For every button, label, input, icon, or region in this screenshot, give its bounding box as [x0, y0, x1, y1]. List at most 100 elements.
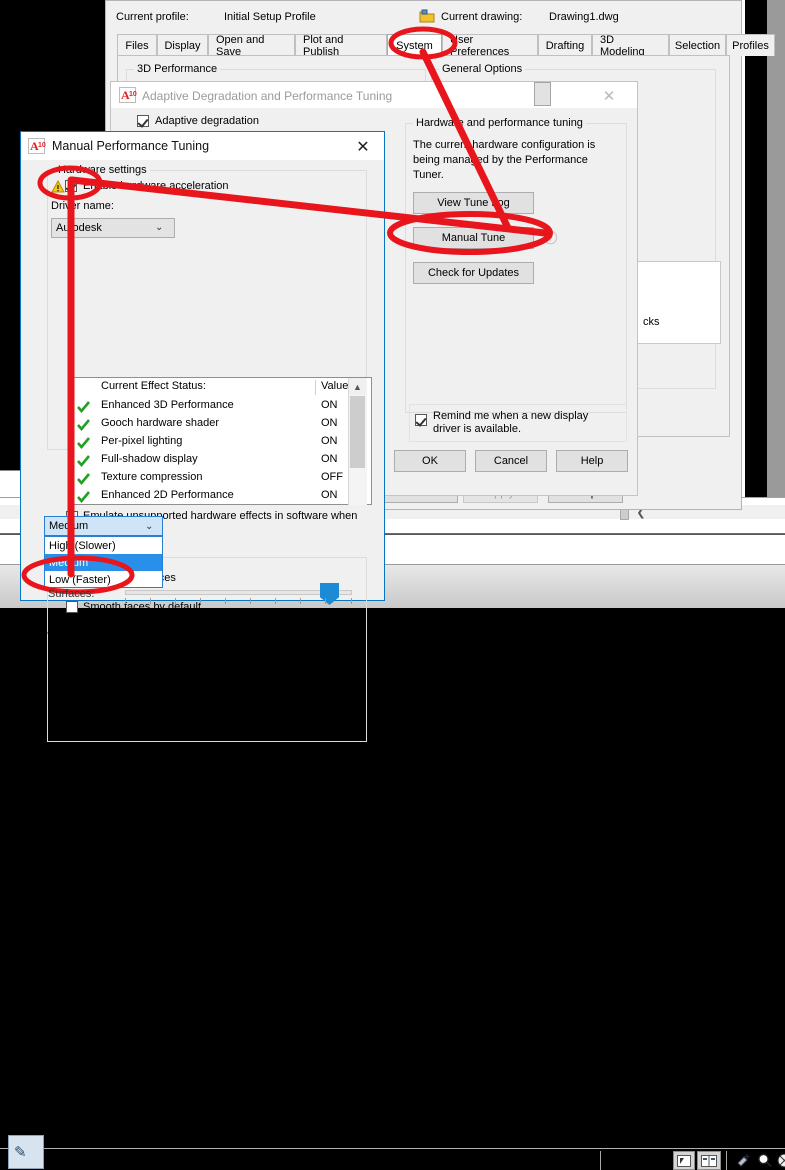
effect-value: ON — [321, 435, 338, 447]
effects-column-separator — [315, 380, 316, 395]
effects-header-value: Value — [321, 380, 348, 392]
warning-triangle-icon — [51, 180, 65, 193]
tab-system[interactable]: System — [387, 34, 442, 56]
manual-tune-button[interactable]: Manual Tune — [413, 227, 534, 249]
view-tune-log-button[interactable]: View Tune Log — [413, 192, 534, 214]
driver-name-dropdown[interactable]: Autodesk ⌄ — [51, 218, 175, 238]
effect-value: ON — [321, 453, 338, 465]
tab-plot-and-publish[interactable]: Plot and Publish — [295, 34, 387, 56]
supported-check-icon — [77, 455, 90, 467]
effect-value: ON — [321, 489, 338, 501]
zoom-magnifier-icon[interactable] — [755, 1151, 775, 1170]
tab-drafting[interactable]: Drafting — [538, 34, 592, 56]
effect-name: Texture compression — [101, 471, 203, 483]
supported-check-icon — [77, 473, 90, 485]
effect-name: Enhanced 2D Performance — [101, 489, 234, 501]
supported-check-icon — [77, 401, 90, 413]
tab-3d-modeling[interactable]: 3D Modeling — [592, 34, 669, 56]
surfaces-slider-track[interactable] — [125, 590, 352, 595]
check-for-updates-button[interactable]: Check for Updates — [413, 262, 534, 284]
tab-profiles[interactable]: Profiles — [726, 34, 775, 56]
driver-name-label: Driver name: — [51, 200, 114, 212]
adaptive-degradation-checkbox[interactable] — [137, 115, 149, 127]
table-row[interactable]: Enhanced 2D Performance ON — [69, 488, 371, 506]
enable-hardware-acceleration-label: Enable hardware acceleration — [83, 180, 229, 192]
options-partial-text: cks — [643, 316, 660, 328]
remind-me-checkbox[interactable] — [415, 414, 427, 426]
tab-selection[interactable]: Selection — [669, 34, 726, 56]
effect-value: OFF — [321, 471, 343, 483]
enable-hardware-acceleration-checkbox[interactable] — [65, 180, 77, 192]
transparency-quality-dropdown[interactable]: Medium ⌄ — [44, 516, 163, 536]
current-profile-value: Initial Setup Profile — [224, 11, 316, 23]
effects-list-scrollbar[interactable]: ▲ — [348, 378, 367, 505]
current-drawing-value: Drawing1.dwg — [549, 11, 619, 23]
effect-name: Per-pixel lighting — [101, 435, 182, 447]
table-row[interactable]: Per-pixel lighting ON — [69, 434, 371, 452]
close-icon[interactable]: ✕ — [353, 137, 373, 157]
help-circle-icon[interactable]: ? — [543, 230, 558, 245]
supported-check-icon — [77, 437, 90, 449]
adaptive-help-button[interactable]: Help — [556, 450, 628, 472]
group-hardware-performance-tuning-label: Hardware and performance tuning — [413, 117, 586, 129]
close-icon[interactable]: ✕ — [600, 87, 618, 105]
effects-status-list[interactable]: Current Effect Status: Value Enhanced 3D… — [68, 377, 372, 505]
supported-check-icon — [77, 491, 90, 503]
layout-space-icon[interactable] — [697, 1151, 721, 1170]
model-space-label[interactable]: MODEL — [630, 1153, 672, 1165]
autocad-a10-icon: A10 — [119, 87, 136, 103]
smooth-faces-checkbox[interactable] — [66, 601, 78, 613]
pan-hand-icon[interactable] — [734, 1151, 754, 1170]
canvas-right-gutter — [767, 0, 785, 497]
adaptive-degradation-label: Adaptive degradation — [155, 115, 259, 127]
chevron-down-icon: ⌄ — [145, 521, 153, 532]
effect-name: Enhanced 3D Performance — [101, 399, 234, 411]
current-drawing-label: Current drawing: — [441, 11, 522, 23]
adaptive-cancel-button[interactable]: Cancel — [475, 450, 547, 472]
adaptive-dialog-title: Adaptive Degradation and Performance Tun… — [142, 89, 392, 103]
effects-scrollbar-thumb[interactable] — [350, 396, 365, 468]
transparency-selected-value: Medium — [49, 520, 88, 532]
adaptive-ok-button[interactable]: OK — [394, 450, 466, 472]
chevron-up-icon[interactable]: ▲ — [349, 378, 366, 395]
table-row[interactable]: Enhanced 3D Performance ON — [69, 398, 371, 416]
drawing-tool-icon: ✎ — [14, 1143, 27, 1161]
status-separator — [726, 1151, 727, 1170]
table-row[interactable]: Texture compression OFF — [69, 470, 371, 488]
table-row[interactable]: Full-shadow display ON — [69, 452, 371, 470]
svg-text:?: ? — [548, 234, 553, 243]
options-tab-row: Files Display Open and Save Plot and Pub… — [117, 34, 730, 56]
transparency-option-low[interactable]: Low (Faster) — [45, 571, 162, 588]
transparency-option-high[interactable]: High (Slower) — [45, 537, 162, 554]
supported-check-icon — [77, 419, 90, 431]
status-separator — [600, 1151, 601, 1170]
driver-name-value: Autodesk — [56, 222, 102, 234]
status-bar-divider — [0, 1148, 785, 1149]
transparency-options-list[interactable]: High (Slower) Medium Low (Faster) — [44, 536, 163, 588]
effect-name: Gooch hardware shader — [101, 417, 219, 429]
model-space-icon[interactable] — [673, 1151, 695, 1170]
restore-button[interactable] — [534, 82, 551, 106]
group-hardware-settings-label: Hardware settings — [55, 164, 150, 176]
tab-files[interactable]: Files — [117, 34, 157, 56]
transparency-option-medium[interactable]: Medium — [45, 554, 162, 571]
group-general-options-label: General Options — [439, 63, 525, 75]
tab-open-and-save[interactable]: Open and Save — [208, 34, 295, 56]
effect-name: Full-shadow display — [101, 453, 198, 465]
tab-display[interactable]: Display — [157, 34, 208, 56]
remind-me-label: Remind me when a new display driver is a… — [433, 410, 618, 436]
surfaces-slider-ticks — [125, 598, 352, 604]
surfaces-label: Surfaces: — [48, 588, 94, 600]
chevron-down-icon: ⌄ — [155, 222, 163, 233]
hardware-description-text: The current hardware configuration is be… — [413, 138, 613, 183]
effects-header-status: Current Effect Status: — [101, 380, 206, 392]
transparency-quality-label: Transparency quality: — [47, 631, 152, 643]
effect-value: ON — [321, 417, 338, 429]
effect-value: ON — [321, 399, 338, 411]
steering-wheel-icon[interactable] — [775, 1151, 785, 1170]
drawing-file-icon — [419, 9, 435, 24]
group-3d-performance-label: 3D Performance — [134, 63, 220, 75]
mpt-dialog-title: Manual Performance Tuning — [52, 139, 209, 153]
table-row[interactable]: Gooch hardware shader ON — [69, 416, 371, 434]
tab-user-preferences[interactable]: User Preferences — [442, 34, 538, 56]
